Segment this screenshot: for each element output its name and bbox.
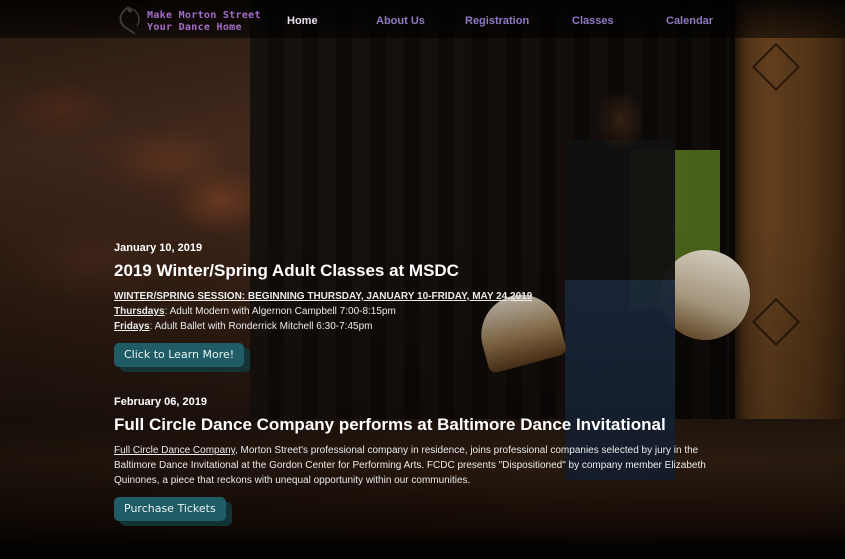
post-date: February 06, 2019 <box>114 396 207 408</box>
nav-home[interactable]: Home <box>287 15 318 27</box>
company-link[interactable]: Full Circle Dance Company <box>114 445 235 456</box>
nav-classes[interactable]: Classes <box>572 15 614 27</box>
logo-line-1: Make Morton Street <box>147 10 261 21</box>
nav-about-us[interactable]: About Us <box>376 15 425 27</box>
nav-registration[interactable]: Registration <box>465 15 529 27</box>
post-title[interactable]: 2019 Winter/Spring Adult Classes at MSDC <box>114 261 734 281</box>
post-body: WINTER/SPRING SESSION: BEGINNING THURSDA… <box>114 289 734 334</box>
footer-fade <box>0 533 845 559</box>
session-line: WINTER/SPRING SESSION: BEGINNING THURSDA… <box>114 291 533 302</box>
learn-more-button[interactable]: Click to Learn More! <box>114 343 245 367</box>
site-header: Make Morton Street Your Dance Home Home … <box>0 0 845 38</box>
schedule-line: Thursdays: Adult Modern with Algernon Ca… <box>114 304 734 319</box>
post-date: January 10, 2019 <box>114 242 203 254</box>
news-post: January 10, 2019 2019 Winter/Spring Adul… <box>114 242 734 334</box>
news-post: February 06, 2019 Full Circle Dance Comp… <box>114 396 724 488</box>
dancer-logo-icon[interactable] <box>113 4 145 38</box>
nav-calendar[interactable]: Calendar <box>666 15 713 27</box>
schedule-line: Fridays: Adult Ballet with Ronderrick Mi… <box>114 319 734 334</box>
purchase-tickets-button[interactable]: Purchase Tickets <box>114 497 226 521</box>
post-body: Full Circle Dance Company, Morton Street… <box>114 443 724 488</box>
site-logo-text[interactable]: Make Morton Street Your Dance Home <box>147 10 261 34</box>
day-label: Fridays <box>114 321 150 332</box>
class-detail: : Adult Modern with Algernon Campbell 7:… <box>164 306 396 317</box>
logo-line-2: Your Dance Home <box>147 22 242 33</box>
class-detail: : Adult Ballet with Ronderrick Mitchell … <box>149 321 373 332</box>
day-label: Thursdays <box>114 306 165 317</box>
post-title[interactable]: Full Circle Dance Company performs at Ba… <box>114 415 724 435</box>
